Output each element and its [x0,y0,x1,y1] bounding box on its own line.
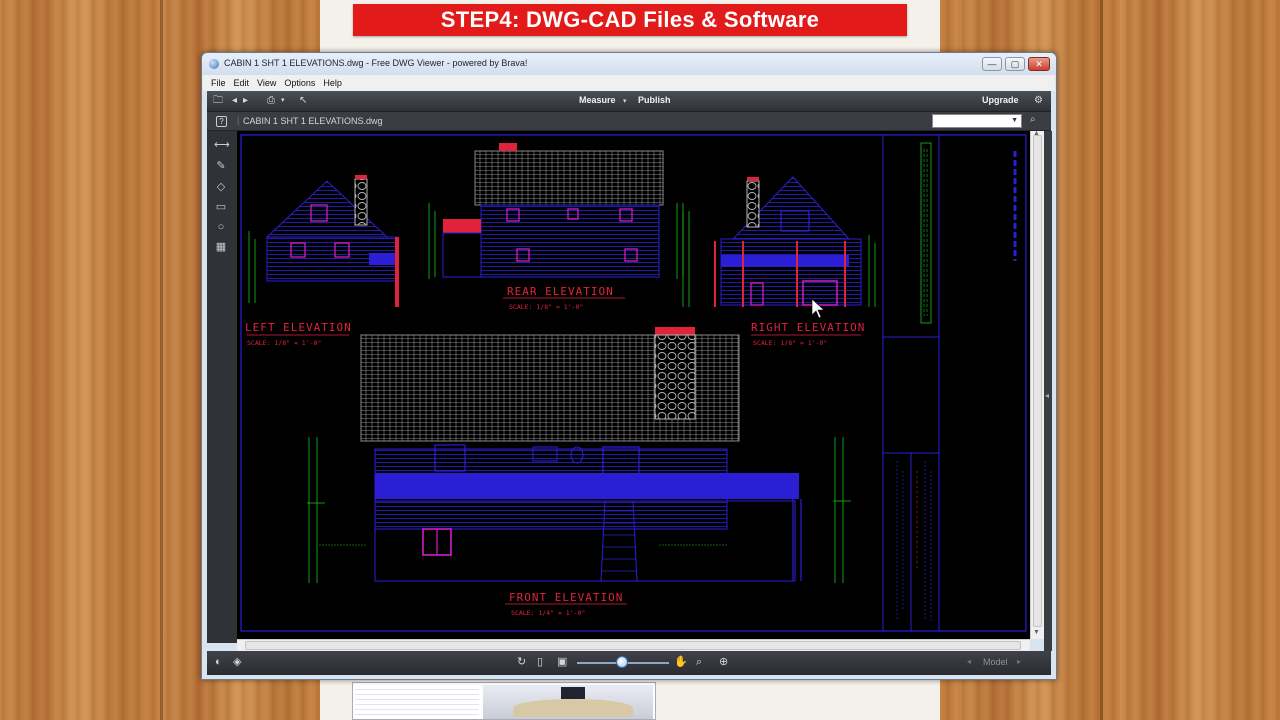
rear-elevation-label: REAR ELEVATION [507,285,614,298]
search-dropdown[interactable]: ▼ [932,114,1022,128]
open-folder-icon[interactable]: 🗀 [213,95,223,107]
publish-menu[interactable]: Publish [638,95,671,105]
menu-options[interactable]: Options [284,78,315,88]
chevron-down-icon: ▼ [1011,117,1018,124]
front-elevation-scale: SCALE: 1/4" = 1'-0" [511,609,585,617]
upgrade-button[interactable]: Upgrade [982,95,1019,105]
vertical-scroll-thumb[interactable] [1033,135,1042,627]
right-elevation-label: RIGHT ELEVATION [751,321,865,334]
document-tab[interactable]: CABIN 1 SHT 1 ELEVATIONS.dwg [243,116,383,126]
document-bar: ? | CABIN 1 SHT 1 ELEVATIONS.dwg ▼ ⌕ [207,112,1051,131]
front-elevation-label: FRONT ELEVATION [509,591,623,604]
rear-elevation [428,143,684,299]
vertical-scrollbar[interactable]: ▲ ▼ [1030,130,1044,639]
status-bar: ◐ ◈ ↻ ▯ ▣ ✋ ⌕ ⊕ ◂ Model ▸ [207,651,1051,675]
zoom-slider-knob[interactable] [616,656,628,668]
menu-bar: File Edit View Options Help [203,75,1055,91]
measure-menu[interactable]: Measure [579,95,616,105]
settings-gear-icon[interactable]: ⚙ [1034,95,1043,107]
right-elevation [682,176,876,336]
help-icon[interactable]: ? [216,116,227,127]
markup-tool-palette: ⟷ ✎ ◇ ▭ ○ ▦ [207,131,237,643]
menu-help[interactable]: Help [323,78,342,88]
contrast-icon[interactable]: ◐ [215,656,222,668]
close-button[interactable]: ✕ [1028,57,1050,71]
horizontal-scrollbar[interactable] [237,639,1030,651]
left-elevation-scale: SCALE: 1/8" = 1'-0" [247,339,321,347]
menu-edit[interactable]: Edit [234,78,250,88]
menu-view[interactable]: View [257,78,276,88]
left-elevation-label: LEFT ELEVATION [245,321,352,334]
circle-tool-icon[interactable]: ○ [214,221,228,233]
wood-seam [1100,0,1103,720]
front-elevation [307,327,851,605]
main-toolbar: 🗀 ◂ ▸ ⎙ ▾ ↖ Measure ▾ Publish Upgrade ⚙ [207,91,1051,112]
measure-dropdown-icon[interactable]: ▾ [623,96,627,108]
eraser-tool-icon[interactable]: ◇ [214,181,228,193]
layers-icon[interactable]: ◈ [233,656,241,668]
title-block [882,134,1017,632]
rotate-icon[interactable]: ↻ [517,656,526,668]
previous-layout-icon[interactable]: ◂ [967,656,971,668]
dimension-tool-icon[interactable]: ⟷ [214,139,230,151]
forward-arrow-icon[interactable]: ▸ [243,95,248,107]
dwg-viewer-window: CABIN 1 SHT 1 ELEVATIONS.dwg - Free DWG … [201,52,1057,680]
pencil-tool-icon[interactable]: ✎ [214,160,228,172]
model-thumbnail [483,685,653,719]
fit-page-icon[interactable]: ▣ [557,656,567,668]
search-icon[interactable]: ⌕ [1030,114,1036,125]
right-elevation-scale: SCALE: 1/8" = 1'-0" [753,339,827,347]
grid-tool-icon[interactable]: ▦ [214,241,228,253]
cad-drawing: REAR ELEVATION SCALE: 1/8" = 1'-0" LEFT … [240,134,1027,632]
wood-seam [160,0,163,720]
side-panel-tab[interactable]: ◂ [1044,131,1052,651]
scroll-down-icon[interactable]: ▼ [1033,629,1040,636]
horizontal-scroll-thumb[interactable] [245,641,1021,650]
left-elevation [247,175,399,336]
app-icon [209,59,219,69]
maximize-button[interactable]: ▢ [1005,57,1025,71]
back-arrow-icon[interactable]: ◂ [232,95,237,107]
print-icon[interactable]: ⎙ [267,95,275,107]
title-bar[interactable]: CABIN 1 SHT 1 ELEVATIONS.dwg - Free DWG … [202,53,1056,75]
pan-hand-icon[interactable]: ✋ [674,656,688,668]
zoom-window-icon[interactable]: ⌕ [696,656,702,668]
collapse-arrow-icon[interactable]: ◂ [1045,391,1049,400]
rear-elevation-scale: SCALE: 1/8" = 1'-0" [509,303,583,311]
select-pointer-icon[interactable]: ↖ [299,95,307,107]
thumbnail-strip [352,682,656,720]
print-dropdown-icon[interactable]: ▾ [281,95,285,107]
window-title: CABIN 1 SHT 1 ELEVATIONS.dwg - Free DWG … [224,58,528,68]
minimize-button[interactable]: — [982,57,1002,71]
next-layout-icon[interactable]: ▸ [1017,656,1021,668]
rectangle-tool-icon[interactable]: ▭ [214,201,228,213]
table-thumbnail [355,685,479,719]
model-tab[interactable]: Model [983,657,1008,667]
zoom-in-icon[interactable]: ⊕ [719,656,728,668]
drawing-canvas[interactable]: REAR ELEVATION SCALE: 1/8" = 1'-0" LEFT … [237,131,1030,639]
step-banner: STEP4: DWG-CAD Files & Software [353,4,907,36]
menu-file[interactable]: File [211,78,226,88]
page-icon[interactable]: ▯ [537,656,543,668]
divider: | [237,115,240,125]
